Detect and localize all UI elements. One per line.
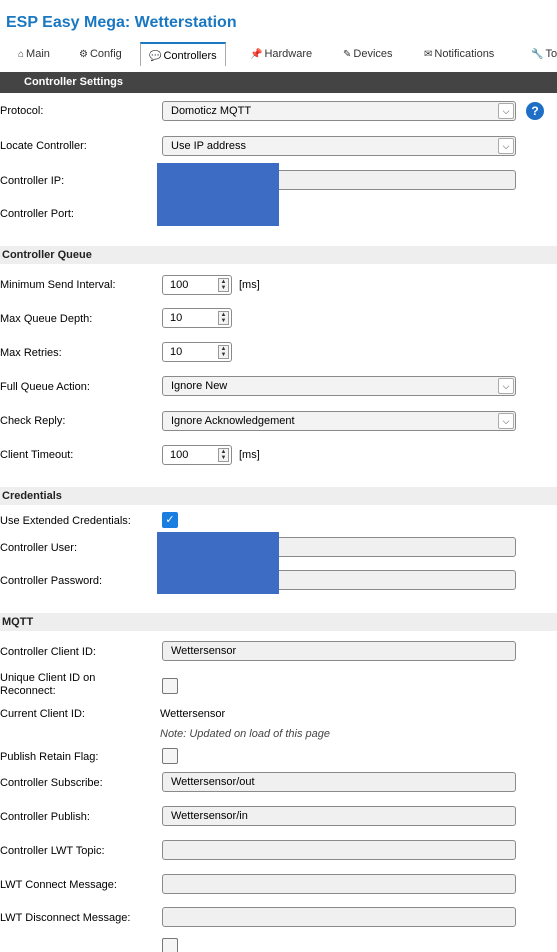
controller-client-id-input[interactable]: Wettersensor [162, 641, 516, 661]
protocol-select[interactable]: Domoticz MQTT ⌵ [162, 101, 516, 121]
unique-client-id-label-line1: Unique Client ID on [0, 672, 96, 684]
speech-bubble-icon: 💬 [149, 51, 162, 62]
section-mqtt: MQTT [0, 613, 557, 631]
full-queue-action-label: Full Queue Action: [0, 381, 90, 393]
tab-label: Devices [353, 48, 393, 60]
current-client-id-label: Current Client ID: [0, 708, 85, 720]
locate-controller-select[interactable]: Use IP address ⌵ [162, 136, 516, 156]
controller-subscribe-input[interactable]: Wettersensor/out [162, 772, 516, 792]
wrench-icon: 🔧 [531, 49, 544, 60]
current-client-id-value: Wettersensor [160, 708, 226, 720]
controller-lwt-topic-input[interactable] [162, 840, 516, 860]
home-icon: ⌂ [18, 49, 25, 60]
help-icon[interactable]: ? [526, 102, 544, 120]
client-timeout-input[interactable]: 100 ▲ ▼ [162, 445, 232, 465]
tab-controllers[interactable]: 💬 Controllers [140, 42, 226, 66]
chevron-down-icon: ⌵ [498, 103, 514, 119]
client-timeout-label: Client Timeout: [0, 449, 74, 461]
min-send-interval-value: 100 [170, 279, 189, 291]
controller-publish-label: Controller Publish: [0, 811, 90, 823]
tab-main[interactable]: ⌂ Main [18, 42, 50, 66]
controller-port-label: Controller Port: [0, 208, 74, 220]
controller-lwt-topic-label: Controller LWT Topic: [0, 845, 105, 857]
redaction-block [157, 163, 279, 226]
protocol-value: Domoticz MQTT [171, 105, 252, 117]
tab-hardware[interactable]: 📌 Hardware [250, 42, 312, 66]
publish-retain-flag-checkbox[interactable] [162, 748, 178, 764]
spinner-icon[interactable]: ▲ ▼ [218, 311, 229, 325]
tab-notifications[interactable]: ✉ Notifications [424, 42, 494, 66]
tab-tools[interactable]: 🔧 To [531, 42, 557, 66]
min-send-interval-input[interactable]: 100 ▲ ▼ [162, 275, 232, 295]
controller-ip-label: Controller IP: [0, 175, 65, 187]
full-queue-action-value: Ignore New [171, 380, 228, 392]
min-send-interval-unit: [ms] [239, 279, 260, 291]
controller-subscribe-value: Wettersensor/out [171, 776, 255, 788]
protocol-label: Protocol: [0, 105, 44, 117]
tab-label: Config [89, 48, 122, 60]
gear-icon: ⚙ [79, 49, 88, 60]
tab-label: Main [26, 48, 50, 60]
controller-password-label: Controller Password: [0, 575, 103, 587]
spinner-icon[interactable]: ▲ ▼ [218, 278, 229, 292]
page-title: ESP Easy Mega: Wetterstation [6, 14, 237, 31]
controller-publish-value: Wettersensor/in [171, 810, 248, 822]
tab-label: Notifications [434, 48, 495, 60]
publish-retain-flag-label: Publish Retain Flag: [0, 751, 99, 763]
tab-label: To [545, 48, 557, 60]
unique-client-id-label: Unique Client ID on Reconnect: [0, 672, 95, 698]
spinner-icon[interactable]: ▲ ▼ [218, 448, 229, 462]
partial-checkbox[interactable] [162, 938, 178, 952]
section-controller-queue: Controller Queue [0, 246, 557, 264]
locate-controller-label: Locate Controller: [0, 140, 87, 152]
envelope-icon: ✉ [424, 49, 433, 60]
tab-config[interactable]: ⚙ Config [79, 42, 122, 66]
unique-client-id-label-line2: Reconnect: [0, 685, 56, 697]
redaction-block [157, 532, 279, 594]
lwt-connect-message-input[interactable] [162, 874, 516, 894]
controller-client-id-value: Wettersensor [171, 645, 237, 657]
controller-settings-header: Controller Settings [0, 72, 557, 93]
spinner-icon[interactable]: ▲ ▼ [218, 345, 229, 359]
controller-user-label: Controller User: [0, 542, 78, 554]
tab-bar: ⌂ Main ⚙ Config 💬 Controllers 📌 Hardware ✎ De… [0, 42, 557, 66]
max-retries-input[interactable]: 10 ▲ ▼ [162, 342, 232, 362]
section-credentials: Credentials [0, 487, 557, 505]
tab-devices[interactable]: ✎ Devices [343, 42, 393, 66]
max-retries-value: 10 [170, 346, 183, 358]
tab-label: Hardware [264, 48, 313, 60]
locate-controller-value: Use IP address [171, 140, 247, 152]
check-reply-value: Ignore Acknowledgement [171, 415, 295, 427]
controller-client-id-label: Controller Client ID: [0, 646, 96, 658]
lwt-disconnect-message-label: LWT Disconnect Message: [0, 912, 131, 924]
pin-icon: 📌 [250, 49, 263, 60]
max-queue-depth-input[interactable]: 10 ▲ ▼ [162, 308, 232, 328]
pen-icon: ✎ [343, 49, 352, 60]
lwt-disconnect-message-input[interactable] [162, 907, 516, 927]
checkmark-icon: ✓ [165, 514, 175, 526]
client-id-note: Note: Updated on load of this page [160, 728, 331, 740]
chevron-down-icon: ⌵ [498, 378, 514, 394]
client-timeout-unit: [ms] [239, 449, 260, 461]
check-reply-label: Check Reply: [0, 415, 66, 427]
check-reply-select[interactable]: Ignore Acknowledgement ⌵ [162, 411, 516, 431]
max-queue-depth-label: Max Queue Depth: [0, 313, 93, 325]
full-queue-action-select[interactable]: Ignore New ⌵ [162, 376, 516, 396]
min-send-interval-label: Minimum Send Interval: [0, 279, 116, 291]
chevron-down-icon: ⌵ [498, 413, 514, 429]
max-queue-depth-value: 10 [170, 312, 183, 324]
max-retries-label: Max Retries: [0, 347, 62, 359]
unique-client-id-checkbox[interactable] [162, 678, 178, 694]
use-extended-credentials-label: Use Extended Credentials: [0, 515, 131, 527]
tab-label: Controllers [163, 50, 217, 62]
use-extended-credentials-checkbox[interactable]: ✓ [162, 512, 178, 528]
controller-publish-input[interactable]: Wettersensor/in [162, 806, 516, 826]
client-timeout-value: 100 [170, 449, 189, 461]
controller-subscribe-label: Controller Subscribe: [0, 777, 103, 789]
chevron-down-icon: ⌵ [498, 138, 514, 154]
lwt-connect-message-label: LWT Connect Message: [0, 879, 117, 891]
